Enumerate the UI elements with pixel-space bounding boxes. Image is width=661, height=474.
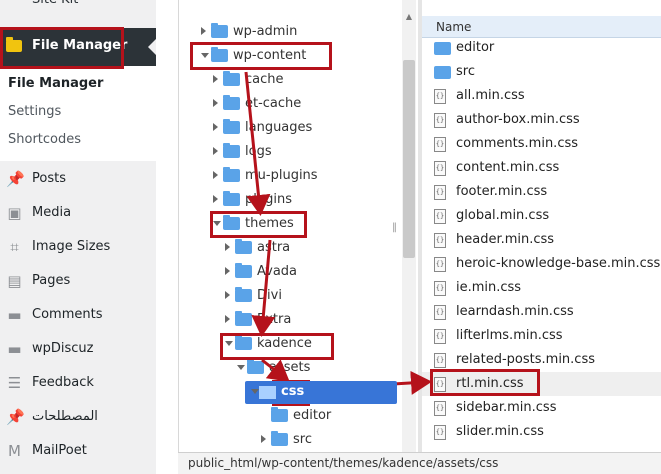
arrow-wpcontent-to-themes <box>244 71 271 216</box>
arrow-themes-to-kadence <box>251 239 276 337</box>
expand-arrow-icon[interactable] <box>251 389 259 394</box>
tree-node-selected[interactable]: css <box>245 381 397 404</box>
tree-node-label: css <box>281 384 305 399</box>
folder-icon <box>259 386 276 399</box>
arrow-kadence-to-css <box>261 358 290 382</box>
